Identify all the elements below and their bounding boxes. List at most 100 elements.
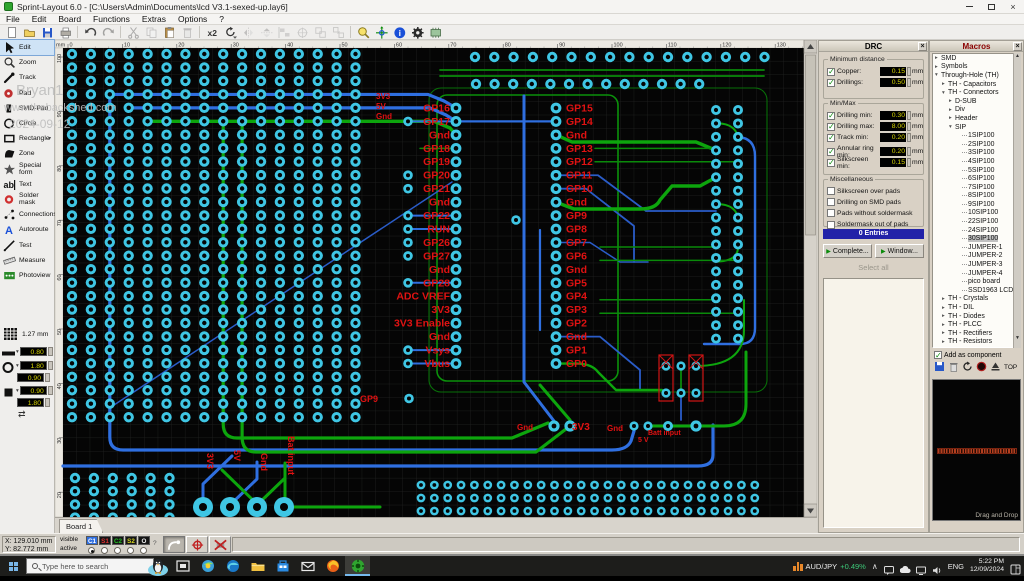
toolbar-snap-button[interactable] bbox=[294, 26, 311, 39]
onedrive-icon[interactable] bbox=[900, 562, 910, 571]
pad-size-spinner[interactable] bbox=[45, 373, 50, 382]
chat-icon[interactable] bbox=[884, 562, 894, 571]
layer-button-c1[interactable]: C1 bbox=[86, 536, 98, 545]
drc-value-field[interactable]: 0.20 bbox=[880, 147, 906, 156]
tool-zone[interactable]: Zone bbox=[0, 146, 54, 161]
drc-checkbox[interactable] bbox=[827, 68, 835, 76]
drc-spinner[interactable] bbox=[907, 111, 911, 120]
drc-complete-button[interactable]: ▶Complete... bbox=[823, 244, 872, 258]
drc-checkbox[interactable] bbox=[827, 159, 835, 167]
toolbar-new-file-button[interactable] bbox=[3, 26, 20, 39]
tree-item-jumper-3[interactable]: JUMPER-3 bbox=[933, 260, 1020, 269]
menu-file[interactable]: File bbox=[0, 14, 26, 24]
layer-radio-s1[interactable] bbox=[101, 547, 108, 554]
drc-result-list[interactable] bbox=[823, 278, 924, 528]
network-icon[interactable] bbox=[916, 562, 926, 571]
tool-zoom[interactable]: Zoom bbox=[0, 55, 54, 70]
status-crosshair-mode-button[interactable] bbox=[186, 536, 208, 553]
layer-radio-o[interactable] bbox=[140, 547, 147, 554]
toolbar-mirror-v-button[interactable] bbox=[258, 26, 275, 39]
close-button[interactable]: × bbox=[1002, 0, 1024, 13]
drc-value-field[interactable]: 0.50 bbox=[880, 78, 906, 87]
tree-item-22sip100[interactable]: 22SIP100 bbox=[933, 217, 1020, 226]
drc-value-field[interactable]: 0.15 bbox=[880, 67, 906, 76]
tree-item-8sip100[interactable]: 8SIP100 bbox=[933, 192, 1020, 201]
menu-options[interactable]: Options bbox=[172, 14, 213, 24]
currency-ticker[interactable]: AUD/JPY +0.49% bbox=[793, 562, 866, 571]
taskbar-app-firefox[interactable] bbox=[320, 556, 345, 576]
maximize-button[interactable] bbox=[980, 0, 1002, 13]
toolbar-crosshair-button[interactable] bbox=[373, 26, 390, 39]
taskbar-app-file-explorer[interactable] bbox=[245, 556, 270, 576]
language-indicator[interactable]: ENG bbox=[948, 562, 964, 571]
tree-item-th-rectifiers[interactable]: ▸TH - Rectifiers bbox=[933, 329, 1020, 338]
tree-item-3sip100[interactable]: 3SIP100 bbox=[933, 149, 1020, 158]
toolbar-redo-button[interactable] bbox=[100, 26, 117, 39]
search-input[interactable]: Type here to search bbox=[26, 558, 154, 574]
macro-pad-view-icon[interactable] bbox=[976, 359, 987, 377]
tree-item-30sip100[interactable]: 30SIP100 bbox=[933, 234, 1020, 243]
tool-track[interactable]: Track bbox=[0, 70, 54, 85]
chevron-up-icon[interactable]: ∧ bbox=[872, 562, 878, 571]
tree-item-div[interactable]: ▸Div bbox=[933, 106, 1020, 115]
tool-edit[interactable]: Edit bbox=[0, 40, 54, 55]
tree-item-smd[interactable]: ▸SMD bbox=[933, 54, 1020, 63]
status-disconnect-mode-button[interactable] bbox=[209, 536, 231, 553]
minimize-button[interactable] bbox=[958, 0, 980, 13]
tree-item-jumper-4[interactable]: JUMPER-4 bbox=[933, 269, 1020, 278]
taskbar-app-task-view[interactable] bbox=[170, 556, 195, 576]
track-width-value[interactable]: 0.80 bbox=[20, 347, 47, 356]
tree-item-7sip100[interactable]: 7SIP100 bbox=[933, 183, 1020, 192]
macro-top-view-icon[interactable] bbox=[990, 359, 1001, 377]
tree-item-10sip100[interactable]: 10SIP100 bbox=[933, 209, 1020, 218]
cortana-penguin-icon[interactable] bbox=[146, 556, 170, 576]
drc-spinner[interactable] bbox=[907, 133, 911, 142]
toolbar-info-button[interactable]: i bbox=[391, 26, 408, 39]
smd-size-value[interactable]: 0.90 bbox=[20, 386, 47, 395]
macro-delete-icon[interactable] bbox=[948, 359, 959, 377]
tool-circle[interactable]: Circle bbox=[0, 116, 54, 131]
toolbar-save-button[interactable] bbox=[39, 26, 56, 39]
macros-tree-scrollbar[interactable]: ▲▼ bbox=[1013, 53, 1021, 348]
tree-item-jumper-1[interactable]: JUMPER-1 bbox=[933, 243, 1020, 252]
drc-checkbox[interactable] bbox=[827, 79, 835, 87]
toolbar-print-button[interactable] bbox=[57, 26, 74, 39]
drc-value-field[interactable]: 0.30 bbox=[880, 111, 906, 120]
tree-item-4sip100[interactable]: 4SIP100 bbox=[933, 157, 1020, 166]
drc-spinner[interactable] bbox=[907, 78, 911, 87]
drc-checkbox[interactable] bbox=[827, 209, 835, 217]
tree-item-th-resistors[interactable]: ▸TH - Resistors bbox=[933, 338, 1020, 347]
menu-board[interactable]: Board bbox=[52, 14, 87, 24]
tool-rectangle[interactable]: Rectangle▾ bbox=[0, 131, 54, 146]
track-width-spinner[interactable] bbox=[48, 347, 53, 356]
smd-size-value[interactable]: 1.80 bbox=[17, 398, 44, 407]
taskbar-app-store[interactable] bbox=[270, 556, 295, 576]
drc-checkbox[interactable] bbox=[827, 187, 835, 195]
toolbar-zoom-button[interactable] bbox=[355, 26, 372, 39]
layer-button-c2[interactable]: C2 bbox=[112, 536, 124, 545]
tree-item-1sip100[interactable]: 1SIP100 bbox=[933, 131, 1020, 140]
toolbar-cut-button[interactable] bbox=[125, 26, 142, 39]
menu-help[interactable]: ? bbox=[213, 14, 230, 24]
tree-item-d-sub[interactable]: ▸D-SUB bbox=[933, 97, 1020, 106]
toolbar-align-button[interactable] bbox=[276, 26, 293, 39]
swap-icon[interactable]: ⇄ bbox=[18, 409, 26, 420]
tool-measure[interactable]: Measure bbox=[0, 253, 54, 268]
tree-item-th-diodes[interactable]: ▸TH - Diodes bbox=[933, 312, 1020, 321]
tree-item-24sip100[interactable]: 24SIP100 bbox=[933, 226, 1020, 235]
tree-item-th-capacitors[interactable]: ▸TH - Capacitors bbox=[933, 80, 1020, 89]
tree-item-sip[interactable]: ▾SIP bbox=[933, 123, 1020, 132]
taskbar-app-edge-beta[interactable] bbox=[195, 556, 220, 576]
toolbar-open-button[interactable] bbox=[21, 26, 38, 39]
tree-item-th-plcc[interactable]: ▸TH - PLCC bbox=[933, 320, 1020, 329]
layer-radio-c1[interactable] bbox=[88, 547, 95, 554]
drc-checkbox[interactable] bbox=[827, 112, 835, 120]
layer-button-o[interactable]: O bbox=[138, 536, 150, 545]
tree-item-pico-board[interactable]: pico board bbox=[933, 277, 1020, 286]
drc-spinner[interactable] bbox=[907, 158, 911, 167]
menu-edit[interactable]: Edit bbox=[26, 14, 53, 24]
drc-select-all[interactable]: Select all bbox=[831, 263, 916, 272]
toolbar-paste-button[interactable] bbox=[161, 26, 178, 39]
drc-value-field[interactable]: 8.00 bbox=[880, 122, 906, 131]
toolbar-ungroup-button[interactable] bbox=[330, 26, 347, 39]
